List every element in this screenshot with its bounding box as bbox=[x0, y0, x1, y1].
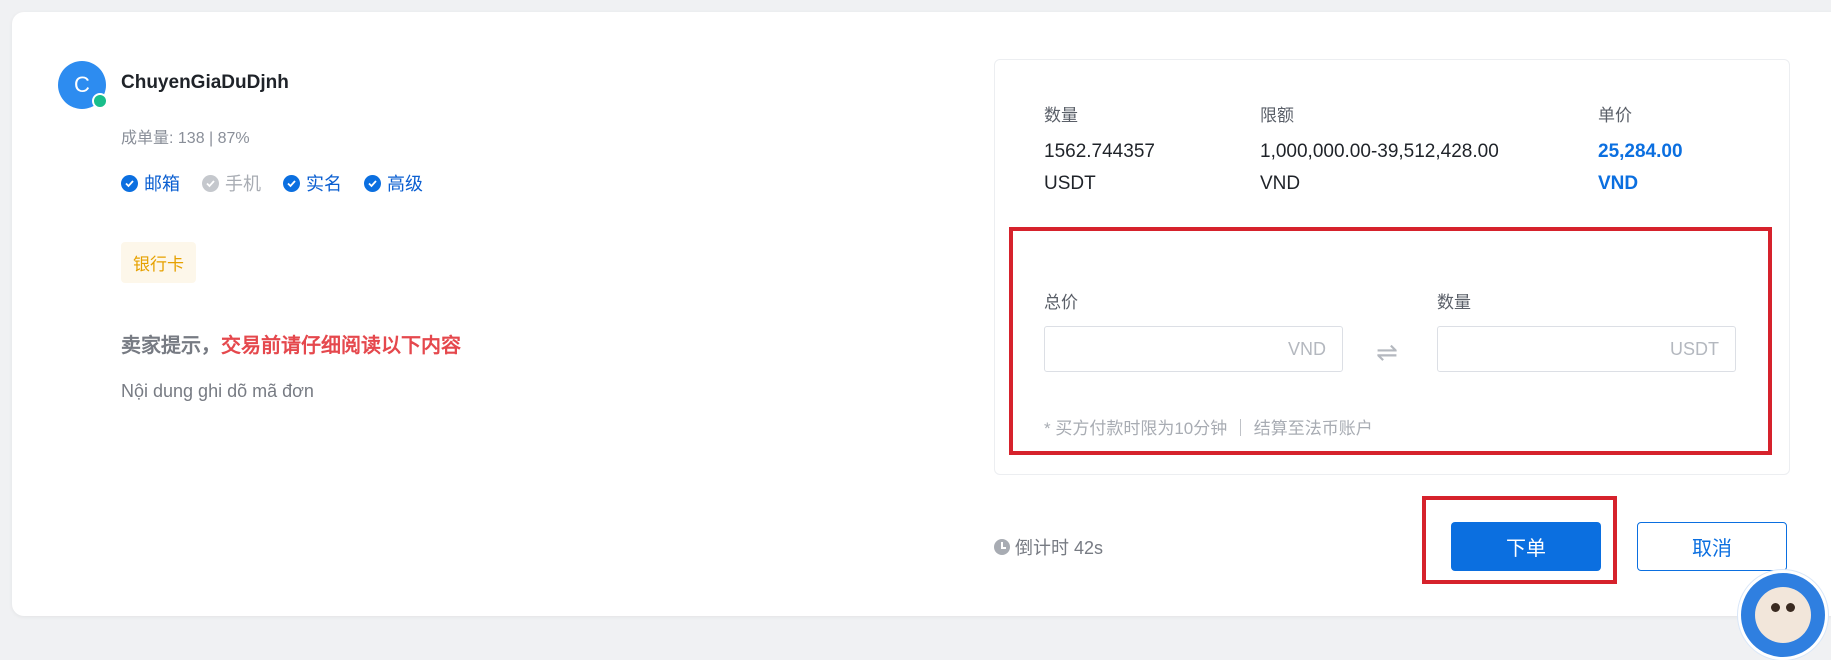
limit-value: 1,000,000.00-39,512,428.00 VND bbox=[1260, 136, 1499, 200]
check-icon bbox=[121, 174, 138, 192]
amount-field[interactable] bbox=[1437, 326, 1736, 372]
merchant-name[interactable]: ChuyenGiaDuDjnh bbox=[121, 72, 289, 94]
verification-label: 邮箱 bbox=[144, 174, 180, 194]
verification-phone: 手机 bbox=[202, 170, 261, 196]
place-order-button[interactable]: 下单 bbox=[1451, 522, 1601, 571]
quantity-value: 1562.744357 USDT bbox=[1044, 136, 1155, 200]
payment-method-tag: 银行卡 bbox=[121, 242, 196, 283]
price-label: 单价 bbox=[1598, 106, 1632, 125]
countdown-text: 倒计时 42s bbox=[1015, 538, 1104, 558]
cancel-button[interactable]: 取消 bbox=[1637, 522, 1787, 571]
total-label: 总价 bbox=[1044, 293, 1078, 312]
price-unit: VND bbox=[1598, 173, 1639, 194]
verification-realname: 实名 bbox=[283, 170, 342, 196]
check-icon bbox=[364, 174, 381, 192]
avatar-letter: C bbox=[74, 72, 90, 97]
limit-label: 限额 bbox=[1260, 106, 1294, 125]
seller-notice-title: 卖家提示，交易前请仔细阅读以下内容 bbox=[121, 329, 461, 358]
quantity-label: 数量 bbox=[1044, 106, 1078, 125]
assistant-mascot-icon[interactable] bbox=[1738, 570, 1828, 660]
price-number: 25,284.00 bbox=[1598, 141, 1683, 162]
merchant-stats: 成单量: 138 | 87% bbox=[121, 130, 250, 147]
mascot-face bbox=[1755, 587, 1811, 643]
total-field[interactable] bbox=[1044, 326, 1343, 372]
payment-hint: * 买方付款时限为10分钟 ｜ 结算至法币账户 bbox=[1044, 419, 1373, 438]
swap-icon[interactable]: ⇌ bbox=[1376, 337, 1398, 368]
mascot-eye bbox=[1771, 603, 1780, 612]
online-status-dot bbox=[92, 93, 108, 109]
quantity-number: 1562.744357 bbox=[1044, 141, 1155, 162]
mascot-eye bbox=[1786, 603, 1795, 612]
notice-prefix: 卖家提示， bbox=[121, 335, 221, 357]
price-value: 25,284.00 VND bbox=[1598, 136, 1683, 200]
amount-input[interactable] bbox=[1438, 327, 1735, 371]
verification-label: 高级 bbox=[387, 174, 423, 194]
amount-label: 数量 bbox=[1437, 293, 1471, 312]
total-input[interactable] bbox=[1045, 327, 1342, 371]
verification-label: 实名 bbox=[306, 174, 342, 194]
verification-label: 手机 bbox=[225, 174, 261, 194]
verification-advanced: 高级 bbox=[364, 170, 423, 196]
check-icon bbox=[283, 174, 300, 192]
countdown: 倒计时 42s bbox=[994, 534, 1103, 560]
quantity-unit: USDT bbox=[1044, 173, 1096, 194]
notice-warning: 交易前请仔细阅读以下内容 bbox=[221, 335, 461, 357]
limit-range: 1,000,000.00-39,512,428.00 bbox=[1260, 141, 1499, 162]
avatar[interactable]: C bbox=[58, 61, 108, 109]
clock-icon bbox=[994, 539, 1010, 555]
limit-unit: VND bbox=[1260, 173, 1301, 194]
check-icon bbox=[202, 174, 219, 192]
verification-email: 邮箱 bbox=[121, 170, 180, 196]
seller-notice-body: Nội dung ghi dõ mã đơn bbox=[121, 381, 314, 401]
verification-list: 邮箱 手机 实名 高级 bbox=[121, 170, 423, 196]
